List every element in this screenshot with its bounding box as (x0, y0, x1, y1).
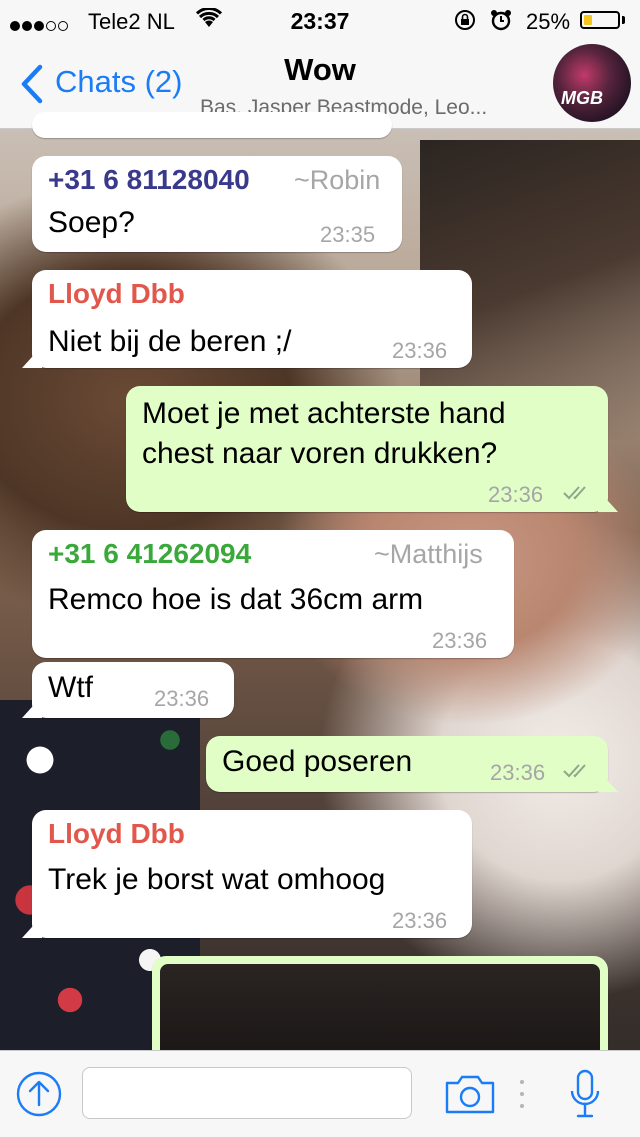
chevron-left-icon (21, 64, 43, 104)
message-text: Wtf (48, 671, 93, 704)
rotation-lock-icon (455, 10, 475, 30)
message-sender: +31 6 81128040 (48, 164, 250, 195)
separator-dots (520, 1080, 524, 1108)
camera-icon[interactable] (444, 1073, 496, 1115)
battery-icon (580, 11, 620, 29)
read-receipt-icon (563, 486, 586, 500)
message-text: Remco hoe is dat 36cm arm (48, 583, 424, 616)
message-bubble-incoming[interactable]: +31 6 41262094 ~Matthijs Remco hoe is da… (32, 530, 514, 658)
back-label: Chats (2) (55, 64, 183, 99)
message-sender: +31 6 41262094 (48, 538, 252, 569)
message-input-bar (0, 1050, 640, 1137)
battery-level (584, 15, 592, 25)
message-text-line: chest naar voren drukken? (142, 437, 498, 470)
message-text: Soep? (48, 206, 135, 239)
message-sender-alias: ~Robin (294, 165, 381, 195)
message-time: 23:36 (154, 686, 210, 711)
message-time: 23:36 (432, 628, 488, 653)
chat-title[interactable]: Wow (200, 52, 440, 88)
message-sender: Lloyd Dbb (48, 818, 185, 849)
message-bubble-partial (32, 112, 392, 138)
message-time: 23:36 (392, 908, 448, 933)
navigation-bar: Tele2 NL 23:37 25% Chats (2) Wow Bas, Ja… (0, 0, 640, 129)
message-text-line: Moet je met achterste hand (142, 397, 506, 430)
message-bubble-incoming[interactable]: +31 6 81128040 ~Robin Soep? 23:35 (32, 156, 402, 252)
status-bar: Tele2 NL 23:37 25% (0, 0, 640, 40)
battery-percentage: 25% (526, 9, 571, 34)
message-time: 23:35 (320, 222, 376, 247)
message-bubble-outgoing[interactable]: Moet je met achterste hand chest naar vo… (126, 386, 608, 512)
read-receipt-icon (563, 764, 586, 778)
share-arrow-icon[interactable] (16, 1071, 62, 1117)
message-sender-alias: ~Matthijs (374, 539, 483, 569)
message-time: 23:36 (488, 482, 544, 507)
message-input[interactable] (82, 1067, 412, 1119)
message-sender: Lloyd Dbb (48, 278, 185, 309)
alarm-icon (491, 10, 511, 31)
group-avatar[interactable]: MGB (553, 44, 631, 122)
message-bubble-incoming[interactable]: Wtf 23:36 (32, 662, 234, 718)
message-text: Niet bij de beren ;/ (48, 325, 292, 358)
message-bubble-outgoing[interactable]: Goed poseren 23:36 (206, 736, 608, 792)
avatar-logo-text: MGB (561, 88, 603, 108)
message-time: 23:36 (392, 338, 448, 363)
message-text: Trek je borst wat omhoog (48, 863, 386, 896)
battery-nub (622, 16, 625, 24)
microphone-icon[interactable] (568, 1069, 602, 1119)
message-bubble-incoming[interactable]: Lloyd Dbb Trek je borst wat omhoog 23:36 (32, 810, 472, 938)
message-time: 23:36 (490, 760, 546, 785)
message-bubble-incoming[interactable]: Lloyd Dbb Niet bij de beren ;/ 23:36 (32, 270, 472, 368)
message-text: Goed poseren (222, 745, 413, 778)
